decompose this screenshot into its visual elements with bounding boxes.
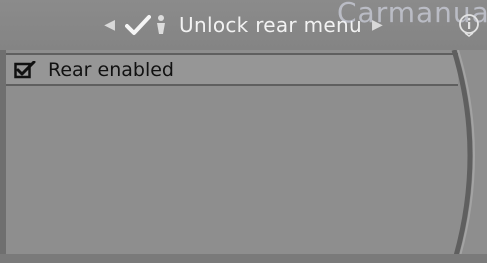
menu-item-label: Rear enabled	[48, 58, 174, 81]
bottom-band	[0, 254, 487, 263]
info-icon[interactable]	[458, 13, 480, 37]
checkbox-checked-icon[interactable]	[14, 60, 36, 79]
check-icon	[125, 15, 152, 35]
scroll-indicator	[451, 50, 475, 263]
chevron-left-icon[interactable]: ◀	[104, 18, 115, 32]
menu-item-rear-enabled[interactable]: Rear enabled	[6, 53, 458, 86]
display-screen: ◀ Unlock rear menu ▶ Carmanuals Rear ena…	[0, 0, 487, 263]
menu-title: Unlock rear menu	[179, 13, 362, 37]
person-icon	[157, 15, 166, 34]
